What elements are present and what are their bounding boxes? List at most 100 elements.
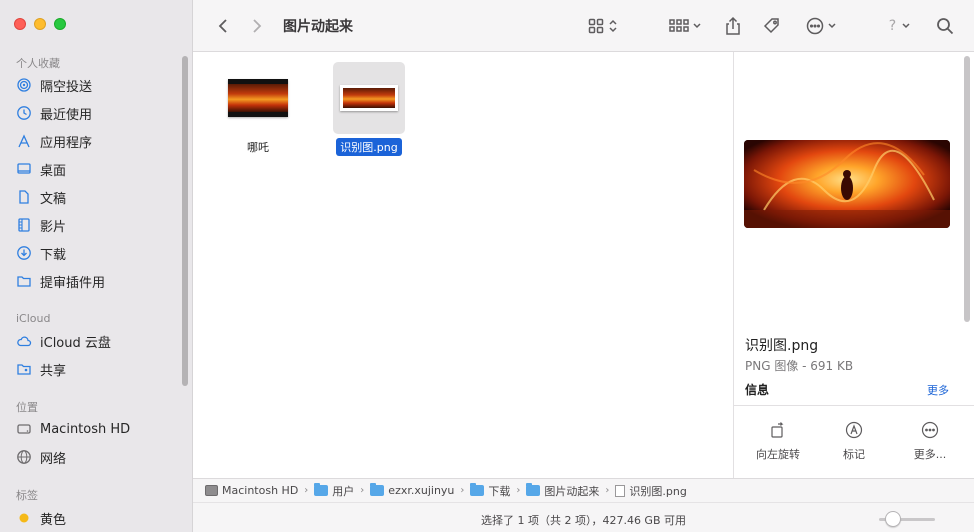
sidebar: 个人收藏 隔空投送 最近使用 应用程序 桌面 文稿 影片 下载 提审插件用 iC… [0, 0, 193, 532]
airdrop-icon [16, 77, 32, 93]
cloud-icon [16, 333, 32, 349]
search-button[interactable] [933, 14, 957, 38]
sidebar-item-tag-yellow[interactable]: 黄色 [16, 506, 66, 530]
sidebar-item-label: 提审插件用 [40, 275, 106, 291]
disk-icon [16, 421, 32, 437]
chevron-down-icon [827, 23, 836, 29]
sidebar-item-label: 最近使用 [40, 107, 93, 123]
divider [734, 405, 974, 406]
path-bar: Macintosh HD › 用户 › ezxr.xujinyu › 下载 › … [193, 478, 974, 502]
sidebar-item-icloud-drive[interactable]: iCloud 云盘 [16, 329, 111, 353]
search-icon [937, 18, 954, 35]
file-grid: 哪吒 识别图.png [193, 52, 733, 478]
more-icon [921, 421, 939, 439]
preview-more-link[interactable]: 更多 [927, 382, 949, 398]
crumb-label: 用户 [332, 484, 355, 498]
crumb-label: 下载 [488, 484, 511, 498]
path-crumb-downloads[interactable]: 下载 [470, 483, 510, 499]
group-icon [668, 19, 689, 32]
sidebar-item-label: 影片 [40, 219, 67, 235]
back-button[interactable] [211, 14, 235, 38]
sidebar-item-airdrop[interactable]: 隔空投送 [16, 73, 92, 97]
status-bar: 选择了 1 项（共 2 项），427.46 GB 可用 [193, 502, 974, 532]
chevron-right-icon: › [304, 485, 309, 496]
file-icon [615, 484, 626, 497]
share-button[interactable] [721, 14, 745, 38]
sidebar-item-shared[interactable]: 共享 [16, 357, 66, 381]
desktop-icon [16, 161, 32, 177]
markup-icon [845, 421, 863, 439]
finder-window: 个人收藏 隔空投送 最近使用 应用程序 桌面 文稿 影片 下载 提审插件用 iC… [0, 0, 974, 532]
sidebar-item-network[interactable]: 网络 [16, 445, 66, 469]
clock-icon [16, 105, 32, 121]
path-crumb-home[interactable]: ezxr.xujinyu [370, 483, 455, 497]
file-item-selected[interactable]: 识别图.png [324, 62, 414, 156]
download-icon [16, 245, 32, 261]
sidebar-item-macintosh-hd[interactable]: Macintosh HD [16, 417, 130, 441]
chevron-right-icon: › [460, 485, 465, 496]
fire-image [343, 88, 395, 108]
crumb-label: 识别图.png [629, 484, 687, 498]
path-crumb-users[interactable]: 用户 [314, 483, 354, 499]
markup-button[interactable]: 标记 [822, 420, 886, 462]
preview-scrollbar[interactable] [964, 56, 970, 322]
sidebar-item-label: 共享 [40, 363, 67, 379]
sidebar-item-label: 文稿 [40, 191, 67, 207]
sidebar-item-label: 桌面 [40, 163, 67, 179]
preview-file-name: 识别图.png [745, 338, 819, 354]
sidebar-scrollbar[interactable] [182, 56, 188, 386]
chevron-right-icon [253, 19, 262, 33]
minimize-window-button[interactable] [34, 18, 46, 30]
path-crumb-folder[interactable]: 图片动起来 [526, 483, 599, 499]
action-menu-button[interactable] [801, 14, 841, 38]
help-button[interactable]: ? [883, 14, 917, 38]
folder-icon [16, 273, 32, 289]
file-name: 哪吒 [247, 141, 269, 154]
rotate-left-button[interactable]: 向左旋转 [746, 420, 810, 462]
sidebar-item-label: 黄色 [40, 512, 67, 528]
file-name: 识别图.png [336, 138, 402, 156]
sidebar-item-recents[interactable]: 最近使用 [16, 101, 92, 125]
sidebar-item-label: iCloud 云盘 [40, 335, 111, 351]
sidebar-item-desktop[interactable]: 桌面 [16, 157, 66, 181]
preview-pane: 识别图.png PNG 图像 - 691 KB 信息 更多 向左旋转 标记 更多… [733, 52, 974, 478]
tag-dot-icon [16, 510, 32, 526]
zoom-window-button[interactable] [54, 18, 66, 30]
film-icon [16, 217, 32, 233]
chevron-right-icon: › [516, 485, 521, 496]
path-crumb-file[interactable]: 识别图.png [615, 483, 687, 499]
chevron-down-icon [692, 23, 701, 29]
file-thumbnail[interactable] [333, 62, 405, 134]
forward-button[interactable] [245, 14, 269, 38]
sidebar-item-documents[interactable]: 文稿 [16, 185, 66, 209]
grid-view-icon [588, 18, 604, 34]
apps-icon [16, 133, 32, 149]
view-mode-button[interactable] [583, 14, 623, 38]
sidebar-section-tags: 标签 [16, 489, 38, 502]
preview-file-kind: PNG 图像 - 691 KB [745, 359, 854, 373]
image-thumbnail [340, 85, 398, 111]
path-crumb-macintosh-hd[interactable]: Macintosh HD [205, 484, 298, 497]
sidebar-item-downloads[interactable]: 下载 [16, 241, 66, 265]
sidebar-section-icloud: iCloud [16, 312, 51, 325]
more-actions-label: 更多... [913, 448, 947, 461]
home-folder-icon [370, 483, 385, 496]
sidebar-item-review-plugins[interactable]: 提审插件用 [16, 269, 105, 293]
file-item[interactable]: 哪吒 [213, 62, 303, 156]
more-actions-button[interactable]: 更多... [898, 420, 962, 462]
sidebar-item-label: 网络 [40, 451, 67, 467]
tag-button[interactable] [759, 14, 785, 38]
group-button[interactable] [665, 14, 705, 38]
sidebar-item-applications[interactable]: 应用程序 [16, 129, 92, 153]
file-thumbnail[interactable] [222, 62, 294, 134]
crumb-label: ezxr.xujinyu [388, 484, 455, 497]
icon-size-slider-knob[interactable] [885, 511, 901, 527]
sidebar-item-movies[interactable]: 影片 [16, 213, 66, 237]
window-title: 图片动起来 [283, 19, 353, 35]
close-window-button[interactable] [14, 18, 26, 30]
chevron-left-icon [218, 19, 227, 33]
sidebar-section-locations: 位置 [16, 401, 38, 414]
rotate-left-label: 向左旋转 [756, 448, 800, 461]
sidebar-item-label: 应用程序 [40, 135, 93, 151]
toolbar: 图片动起来 ? [193, 0, 974, 52]
